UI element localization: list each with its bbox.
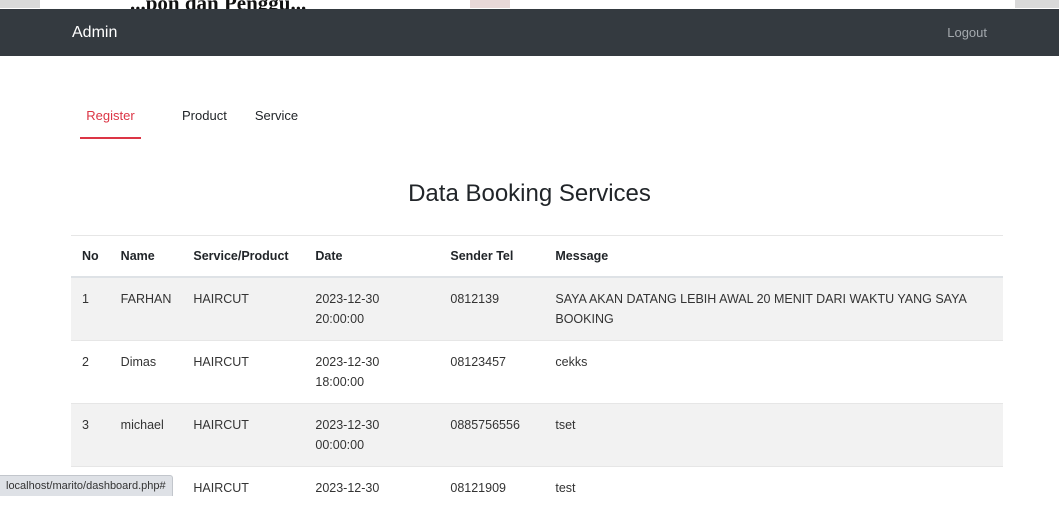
header-sender-tel: Sender Tel [439,236,544,278]
cell-service: HAIRCUT [182,467,304,509]
cell-no: 3 [71,404,110,467]
cell-date-day: 2023-12-30 [315,481,379,495]
cell-message: test [544,467,1003,509]
tab-service[interactable]: Service [255,108,298,139]
cell-date: 2023-12-30 [304,467,439,509]
table-row: 1 FARHAN HAIRCUT 2023-12-30 20:00:00 0812… [71,277,1003,341]
cell-name: FARHAN [110,277,183,341]
navbar-brand[interactable]: Admin [72,24,117,42]
tab-bar: Register Product Service [80,108,298,139]
watermark-stripe [0,0,40,8]
cell-date: 2023-12-30 20:00:00 [304,277,439,341]
watermark-stripe [1015,0,1059,8]
table-row: 2 Dimas HAIRCUT 2023-12-30 18:00:00 08123… [71,341,1003,404]
cell-no: 2 [71,341,110,404]
cell-message: tset [544,404,1003,467]
table-row: 3 michael HAIRCUT 2023-12-30 00:00:00 088… [71,404,1003,467]
cell-date-time: 18:00:00 [315,375,364,389]
top-navbar: Admin Logout [0,9,1059,56]
cell-tel: 08121909 [439,467,544,509]
header-date: Date [304,236,439,278]
header-message: Message [544,236,1003,278]
cell-message: cekks [544,341,1003,404]
browser-status-bar-url: localhost/marito/dashboard.php# [0,475,173,496]
cell-date: 2023-12-30 00:00:00 [304,404,439,467]
cell-service: HAIRCUT [182,341,304,404]
tab-register[interactable]: Register [80,108,141,139]
cell-date-day: 2023-12-30 [315,355,379,369]
cell-date-time: 20:00:00 [315,312,364,326]
cell-name: Dimas [110,341,183,404]
cell-tel: 0885756556 [439,404,544,467]
cell-tel: 0812139 [439,277,544,341]
cell-service: HAIRCUT [182,404,304,467]
header-no: No [71,236,110,278]
cell-date-day: 2023-12-30 [315,292,379,306]
header-service-product: Service/Product [182,236,304,278]
header-name: Name [110,236,183,278]
table-header-row: No Name Service/Product Date Sender Tel … [71,236,1003,278]
logout-link[interactable]: Logout [947,25,987,40]
cell-message: SAYA AKAN DATANG LEBIH AWAL 20 MENIT DAR… [544,277,1003,341]
booking-table: No Name Service/Product Date Sender Tel … [71,235,1003,509]
cell-name: michael [110,404,183,467]
table-row: 4 Ujang HAIRCUT 2023-12-30 08121909 test [71,467,1003,509]
cell-no: 1 [71,277,110,341]
cell-date-day: 2023-12-30 [315,418,379,432]
page-title: Data Booking Services [0,180,1059,208]
cell-tel: 08123457 [439,341,544,404]
tab-product[interactable]: Product [182,108,227,139]
cell-date-time: 00:00:00 [315,438,364,452]
watermark-stripe [470,0,510,8]
cell-date: 2023-12-30 18:00:00 [304,341,439,404]
cell-service: HAIRCUT [182,277,304,341]
